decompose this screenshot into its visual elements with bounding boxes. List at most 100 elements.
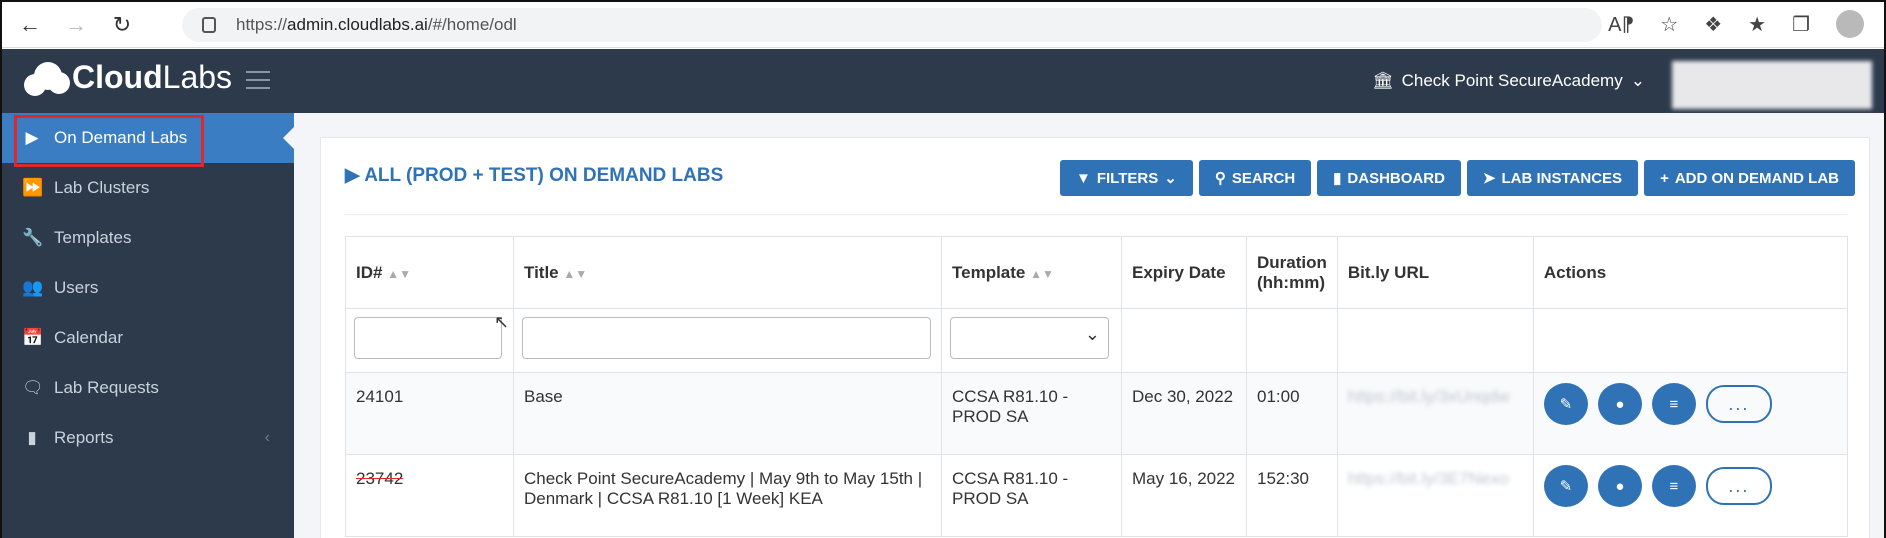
edit-icon[interactable]: ✎ — [1543, 383, 1588, 425]
col-actions: Actions — [1532, 236, 1849, 309]
collections-icon[interactable]: ❐ — [1792, 12, 1810, 37]
menu-toggle-icon[interactable] — [246, 71, 270, 89]
col-bitly: Bit.ly URL — [1336, 236, 1534, 309]
row-duration: 152:30 — [1246, 454, 1338, 537]
profile-avatar[interactable] — [1836, 10, 1864, 38]
logo-text-cloud: Cloud — [72, 59, 163, 95]
sidebar-item-on-demand-labs[interactable]: ▶ On Demand Labs — [2, 113, 295, 167]
sliders-icon[interactable]: ≡ — [1651, 383, 1696, 425]
lab-instances-button[interactable]: ➤ LAB INSTANCES — [1466, 160, 1639, 196]
table-row: 23742 Check Point SecureAcademy | May 9t… — [345, 454, 1849, 537]
page-title: ▶ ALL (PROD + TEST) ON DEMAND LABS — [345, 165, 724, 186]
app-header: Cloud Labs 🏛 Check Point SecureAcademy ⌄ — [2, 49, 1884, 113]
users-icon[interactable]: ● — [1597, 383, 1642, 425]
browser-toolbar: ← → ↻ https://admin.cloudlabs.ai/#/home/… — [2, 2, 1884, 48]
forward-icon[interactable]: → — [58, 7, 94, 43]
calendar-icon: 📅 — [22, 328, 44, 347]
more-options-button[interactable]: ... — [1705, 385, 1772, 423]
lock-icon — [202, 17, 216, 33]
row-duration: 01:00 — [1246, 372, 1338, 455]
favorites-icon[interactable]: ★ — [1748, 12, 1766, 37]
col-title[interactable]: Title ▲▼ — [513, 236, 942, 309]
highlight-box — [14, 115, 204, 167]
dashboard-button[interactable]: ▮ DASHBOARD — [1317, 160, 1461, 196]
users-icon: 👥 — [22, 278, 44, 297]
sort-icon: ▲▼ — [563, 266, 588, 281]
row-expiry: Dec 30, 2022 — [1121, 372, 1247, 455]
sidebar-item-reports[interactable]: ▮ Reports ‹ — [2, 413, 294, 463]
users-icon[interactable]: ● — [1597, 465, 1642, 507]
sidebar-item-templates[interactable]: 🔧 Templates — [2, 213, 294, 263]
filters-button[interactable]: ▼ FILTERS ⌄ — [1059, 160, 1193, 196]
sort-icon: ▲▼ — [1030, 266, 1054, 281]
add-on-demand-lab-button[interactable]: + ADD ON DEMAND LAB — [1644, 160, 1855, 196]
sidebar-item-label: Users — [54, 278, 99, 297]
col-id[interactable]: ID# ▲▼ — [345, 236, 514, 309]
sidebar-item-label: Lab Clusters — [54, 178, 150, 197]
row-id: 23742 — [345, 454, 514, 537]
bar-chart-icon: ▮ — [1333, 170, 1342, 187]
table-row: 24101 Base CCSA R81.10 - PROD SA Dec 30, … — [345, 372, 1849, 455]
cloudlabs-logo[interactable]: Cloud Labs — [24, 59, 232, 96]
bar-chart-icon: ▮ — [27, 428, 37, 447]
rocket-icon: ➤ — [1482, 170, 1496, 187]
col-template[interactable]: Template ▲▼ — [941, 236, 1122, 309]
row-template: CCSA R81.10 - PROD SA — [941, 372, 1122, 455]
chevron-left-icon: ‹ — [264, 429, 270, 446]
user-menu-redacted[interactable] — [1672, 61, 1872, 109]
odl-panel: ▶ ALL (PROD + TEST) ON DEMAND LABS ▼ FILT… — [320, 137, 1870, 538]
sidebar-item-label: Calendar — [54, 328, 123, 347]
filter-icon: ▼ — [1075, 169, 1091, 187]
refresh-icon[interactable]: ↻ — [104, 7, 140, 43]
sidebar-item-lab-requests[interactable]: 🗨 Lab Requests — [2, 363, 294, 413]
url-path: /#/home/odl — [427, 15, 517, 34]
sidebar-item-lab-clusters[interactable]: ⏩ Lab Clusters — [2, 163, 294, 213]
sidebar-item-calendar[interactable]: 📅 Calendar — [2, 313, 294, 363]
fast-forward-icon: ⏩ — [22, 178, 44, 197]
title-filter-input[interactable] — [522, 317, 931, 359]
row-actions: ✎ ● ≡ ... — [1532, 454, 1849, 537]
bank-icon: 🏛 — [1372, 71, 1394, 90]
read-aloud-icon[interactable]: A⁋ — [1608, 12, 1634, 37]
url-prefix: https:// — [236, 15, 288, 34]
row-expiry: May 16, 2022 — [1121, 454, 1247, 537]
mouse-cursor-icon: ↖ — [494, 312, 510, 332]
more-options-button[interactable]: ... — [1705, 467, 1772, 505]
row-actions: ✎ ● ≡ ... — [1532, 372, 1849, 455]
row-bitly[interactable]: https://bit.ly/3xUnqdw — [1336, 372, 1534, 455]
wrench-icon: 🔧 — [22, 228, 44, 247]
sidebar-item-label: Reports — [54, 428, 114, 447]
edit-icon[interactable]: ✎ — [1543, 465, 1588, 507]
chevron-down-icon: ⌄ — [1164, 170, 1177, 187]
org-selector[interactable]: 🏛 Check Point SecureAcademy ⌄ — [1372, 71, 1645, 91]
address-bar[interactable]: https://admin.cloudlabs.ai/#/home/odl — [182, 8, 1602, 42]
sidebar-item-label: Templates — [54, 228, 132, 247]
search-icon: ⚲ — [1214, 170, 1226, 187]
chevron-down-icon: ⌄ — [1630, 71, 1645, 90]
row-id: 24101 — [345, 372, 514, 455]
org-name: Check Point SecureAcademy — [1401, 71, 1623, 90]
table-header-row: ID# ▲▼ Title ▲▼ Template ▲▼ Expiry Date … — [345, 236, 1849, 309]
favorite-add-icon[interactable]: ☆ — [1660, 12, 1678, 37]
extensions-icon[interactable]: ❖ — [1704, 12, 1722, 37]
col-expiry: Expiry Date — [1121, 236, 1247, 309]
filter-row — [345, 308, 1849, 373]
search-button[interactable]: ⚲ SEARCH — [1198, 160, 1312, 196]
sidebar-item-users[interactable]: 👥 Users — [2, 263, 294, 313]
row-title: Check Point SecureAcademy | May 9th to M… — [513, 454, 942, 537]
logo-text-labs: Labs — [162, 59, 233, 95]
template-filter-select[interactable] — [950, 317, 1109, 359]
row-bitly[interactable]: https://bit.ly/3E7Nexo — [1336, 454, 1534, 537]
toolbar: ▼ FILTERS ⌄ ⚲ SEARCH ▮ DASHBOARD ➤ LAB INSTAN… — [1059, 160, 1855, 196]
odl-table: ID# ▲▼ Title ▲▼ Template ▲▼ Expiry Date … — [345, 236, 1849, 537]
plus-icon: + — [1660, 169, 1669, 187]
sidebar: ▶ On Demand Labs ⏩ Lab Clusters 🔧 Templa… — [2, 113, 295, 538]
sliders-icon[interactable]: ≡ — [1651, 465, 1696, 507]
url-host: admin.cloudlabs.ai — [287, 15, 428, 34]
main-content: ▶ ALL (PROD + TEST) ON DEMAND LABS ▼ FILT… — [294, 113, 1884, 538]
row-template: CCSA R81.10 - PROD SA — [941, 454, 1122, 537]
id-filter-input[interactable] — [354, 317, 502, 359]
col-duration: Duration (hh:mm) — [1246, 236, 1338, 309]
back-icon[interactable]: ← — [12, 7, 48, 43]
sort-icon: ▲▼ — [387, 266, 411, 281]
